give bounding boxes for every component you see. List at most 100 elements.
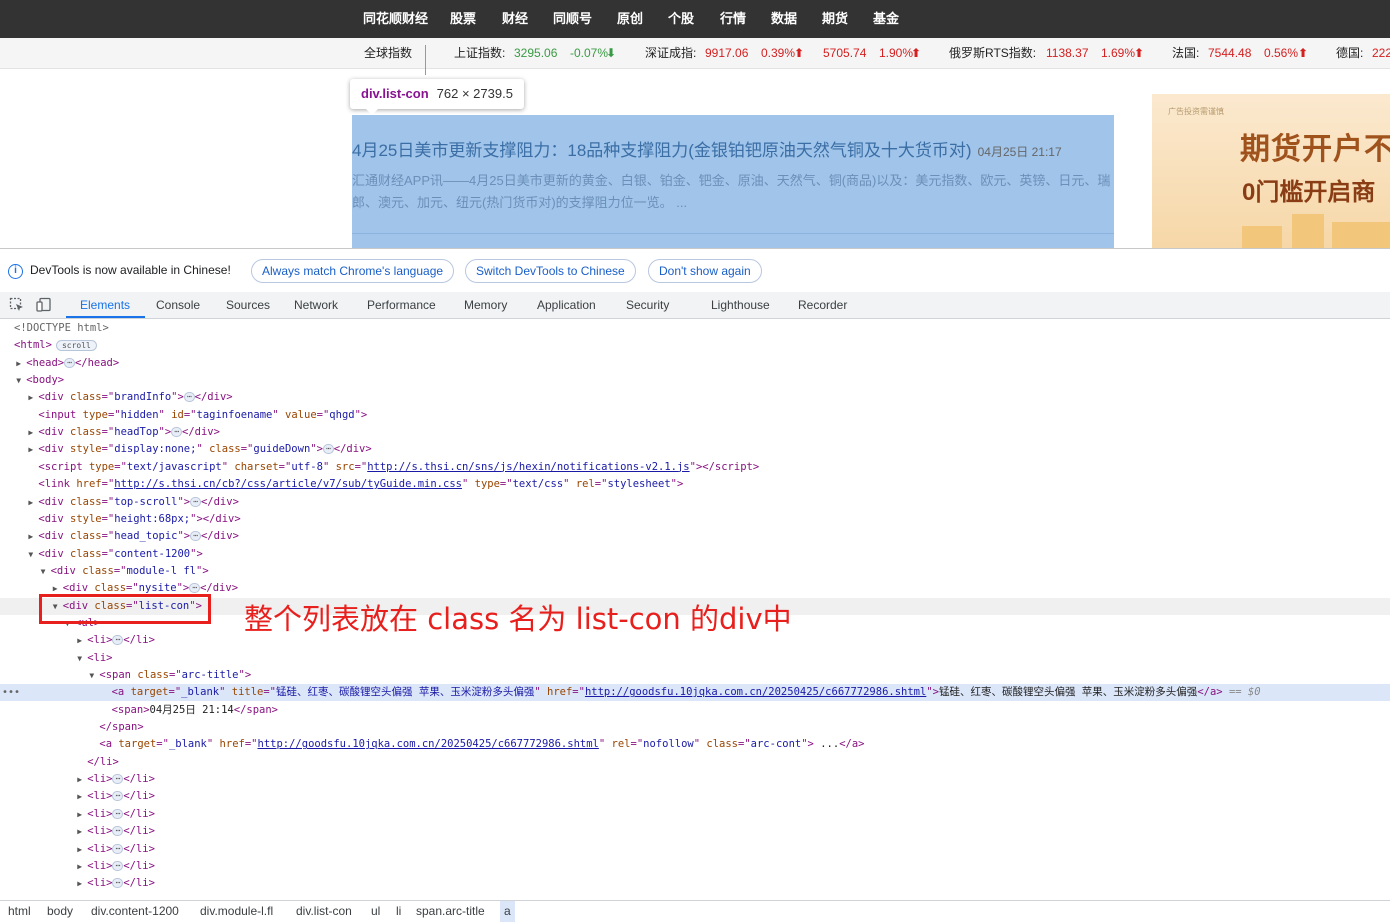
dom-node-markup: <div class="content-1200"> xyxy=(38,547,203,560)
arrow-up-icon: ⬆ xyxy=(911,46,922,60)
breadcrumb-arc-title[interactable]: span.arc-title xyxy=(416,901,485,922)
expand-triangle-closed-icon[interactable]: ▶ xyxy=(77,806,87,823)
expand-triangle-closed-icon[interactable]: ▶ xyxy=(28,441,38,458)
nav-item-stocks[interactable]: 股票 xyxy=(450,0,476,38)
expand-triangle-closed-icon[interactable]: ▶ xyxy=(77,858,87,875)
dom-node[interactable]: ▶ <div style="display:none;" class="guide… xyxy=(0,441,1390,458)
ticker-global-label[interactable]: 全球指数 xyxy=(364,38,412,68)
expand-triangle-open-icon[interactable]: ▼ xyxy=(77,650,87,667)
dom-node[interactable]: ▶ <li> ⋯ </li> xyxy=(0,875,1390,892)
expand-triangle-closed-icon[interactable]: ▶ xyxy=(28,424,38,441)
tab-security[interactable]: Security xyxy=(626,292,669,318)
dom-node[interactable]: ▶ <div class="head_topic"> ⋯ </div> xyxy=(0,528,1390,545)
expand-triangle-open-icon[interactable]: ▼ xyxy=(89,667,99,684)
expand-triangle-closed-icon[interactable]: ▶ xyxy=(28,389,38,406)
ticker-name[interactable]: 上证指数: xyxy=(454,38,505,68)
dom-node[interactable]: </li> xyxy=(0,754,1390,771)
expand-triangle-open-icon[interactable]: ▼ xyxy=(16,372,26,389)
expand-triangle-closed-icon[interactable]: ▶ xyxy=(77,788,87,805)
ticker-divider xyxy=(425,45,426,75)
tooltip-caret xyxy=(366,109,378,115)
dom-node-selected[interactable]: <a target="_blank" title="锰硅、红枣、碳酸锂空头偏强 … xyxy=(0,684,1390,702)
dom-node[interactable]: <input type="hidden" id="taginfoename" v… xyxy=(0,407,1390,424)
dom-node[interactable]: ▶ <li> ⋯ </li> xyxy=(0,771,1390,788)
ticker-name[interactable]: 深证成指: xyxy=(645,38,696,68)
dom-node[interactable]: ▼ <li> xyxy=(0,650,1390,667)
dom-node[interactable]: ▶ <li> ⋯ </li> xyxy=(0,858,1390,875)
nav-item-individual-stocks[interactable]: 个股 xyxy=(668,0,694,38)
nav-item-funds[interactable]: 基金 xyxy=(873,0,899,38)
dom-node[interactable]: ▼ <body> xyxy=(0,372,1390,389)
tab-console[interactable]: Console xyxy=(156,292,200,318)
nav-item-data[interactable]: 数据 xyxy=(771,0,797,38)
article-summary[interactable]: 汇通财经APP讯——4月25日美市更新的黄金、白银、铂金、钯金、原油、天然气、铜… xyxy=(352,170,1112,214)
tab-elements[interactable]: Elements xyxy=(80,292,130,318)
breadcrumb-li[interactable]: li xyxy=(396,901,401,922)
dom-node[interactable]: ▼ <div class="content-1200"> xyxy=(0,546,1390,563)
dom-node[interactable]: ▶ <li> ⋯ </li> xyxy=(0,806,1390,823)
dom-node[interactable]: <a target="_blank" href="http://goodsfu.… xyxy=(0,736,1390,753)
breadcrumb-html[interactable]: html xyxy=(8,901,31,922)
dom-node[interactable]: ▶ <head> ⋯ </head> xyxy=(0,355,1390,372)
annotation-highlight-box xyxy=(39,594,211,624)
breadcrumb-content-1200[interactable]: div.content-1200 xyxy=(91,901,179,922)
tab-application[interactable]: Application xyxy=(537,292,596,318)
expand-triangle-closed-icon[interactable]: ▶ xyxy=(77,875,87,892)
dom-node-content: ▶ <li> ⋯ </li> xyxy=(77,823,155,840)
breadcrumb-ul[interactable]: ul xyxy=(371,901,380,922)
device-toolbar-icon[interactable] xyxy=(36,297,52,313)
nav-item-finance[interactable]: 财经 xyxy=(502,0,528,38)
ticker-name[interactable]: 德国: xyxy=(1336,38,1363,68)
dom-node-markup: <a target="_blank" href="http://goodsfu.… xyxy=(99,738,865,751)
tab-lighthouse[interactable]: Lighthouse xyxy=(711,292,770,318)
expand-triangle-closed-icon[interactable]: ▶ xyxy=(28,494,38,511)
expand-triangle-open-icon[interactable]: ▼ xyxy=(28,546,38,563)
nav-item-original[interactable]: 原创 xyxy=(617,0,643,38)
dom-node[interactable]: <html> scroll xyxy=(0,337,1390,354)
dom-node[interactable]: ▶ <div class="headTop"> ⋯ </div> xyxy=(0,424,1390,441)
dom-node[interactable]: ▶ <li> ⋯ </li> xyxy=(0,788,1390,805)
expand-triangle-closed-icon[interactable]: ▶ xyxy=(77,771,87,788)
breadcrumb-module-l[interactable]: div.module-l.fl xyxy=(200,901,273,922)
dont-show-again-button[interactable]: Don't show again xyxy=(648,259,762,283)
nav-item-market[interactable]: 行情 xyxy=(720,0,746,38)
switch-to-chinese-button[interactable]: Switch DevTools to Chinese xyxy=(465,259,636,283)
tab-performance[interactable]: Performance xyxy=(367,292,436,318)
dom-node[interactable]: ▶ <div class="brandInfo"> ⋯ </div> xyxy=(0,389,1390,406)
dom-node[interactable]: ▶ <li> ⋯ </li> xyxy=(0,841,1390,858)
expand-triangle-open-icon[interactable]: ▼ xyxy=(41,563,51,580)
dom-node[interactable]: ▶ <li> ⋯ </li> xyxy=(0,823,1390,840)
dom-node[interactable]: ▼ <span class="arc-title"> xyxy=(0,667,1390,684)
dom-node[interactable]: <span>04月25日 21:14</span> xyxy=(0,702,1390,719)
tab-network[interactable]: Network xyxy=(294,292,338,318)
dom-node[interactable]: <!DOCTYPE html> xyxy=(0,320,1390,337)
breadcrumb-a[interactable]: a xyxy=(500,901,515,922)
dom-node-content: ▶ <div style="display:none;" class="guide… xyxy=(28,441,371,458)
nav-item-futures[interactable]: 期货 xyxy=(822,0,848,38)
dom-node[interactable]: <link href="http://s.thsi.cn/cb?/css/art… xyxy=(0,476,1390,493)
tab-sources[interactable]: Sources xyxy=(226,292,270,318)
nav-item-tonghsun[interactable]: 同顺号 xyxy=(553,0,592,38)
breadcrumb-body[interactable]: body xyxy=(47,901,73,922)
expand-triangle-closed-icon[interactable]: ▶ xyxy=(77,632,87,649)
dom-node[interactable]: ▼ <div class="module-l fl"> xyxy=(0,563,1390,580)
dom-node[interactable]: </span> xyxy=(0,719,1390,736)
dom-node[interactable]: <script type="text/javascript" charset="… xyxy=(0,459,1390,476)
select-element-icon[interactable] xyxy=(9,297,25,313)
expand-triangle-closed-icon[interactable]: ▶ xyxy=(77,823,87,840)
ticker-name[interactable]: 法国: xyxy=(1172,38,1199,68)
article-title[interactable]: 4月25日美市更新支撑阻力：18品种支撑阻力(金银铂钯原油天然气铜及十大货币对) xyxy=(352,141,972,160)
dom-node[interactable]: <div style="height:68px;"></div> xyxy=(0,511,1390,528)
dom-node[interactable]: ▶ <div class="top-scroll"> ⋯ </div> xyxy=(0,494,1390,511)
match-chrome-language-button[interactable]: Always match Chrome's language xyxy=(251,259,455,283)
ticker-name[interactable]: 俄罗斯RTS指数: xyxy=(949,38,1036,68)
tab-recorder[interactable]: Recorder xyxy=(798,292,847,318)
expand-triangle-closed-icon[interactable]: ▶ xyxy=(16,355,26,372)
expand-triangle-closed-icon[interactable]: ▶ xyxy=(28,528,38,545)
ad-banner[interactable]: 广告投资需谨慎 期货开户不 0门槛开启商 xyxy=(1152,94,1390,248)
breadcrumb-list-con[interactable]: div.list-con xyxy=(296,901,352,922)
node-actions-icon[interactable]: ••• xyxy=(2,684,20,701)
nav-item-home[interactable]: 同花顺财经 xyxy=(363,0,428,38)
tab-memory[interactable]: Memory xyxy=(464,292,507,318)
expand-triangle-closed-icon[interactable]: ▶ xyxy=(77,841,87,858)
